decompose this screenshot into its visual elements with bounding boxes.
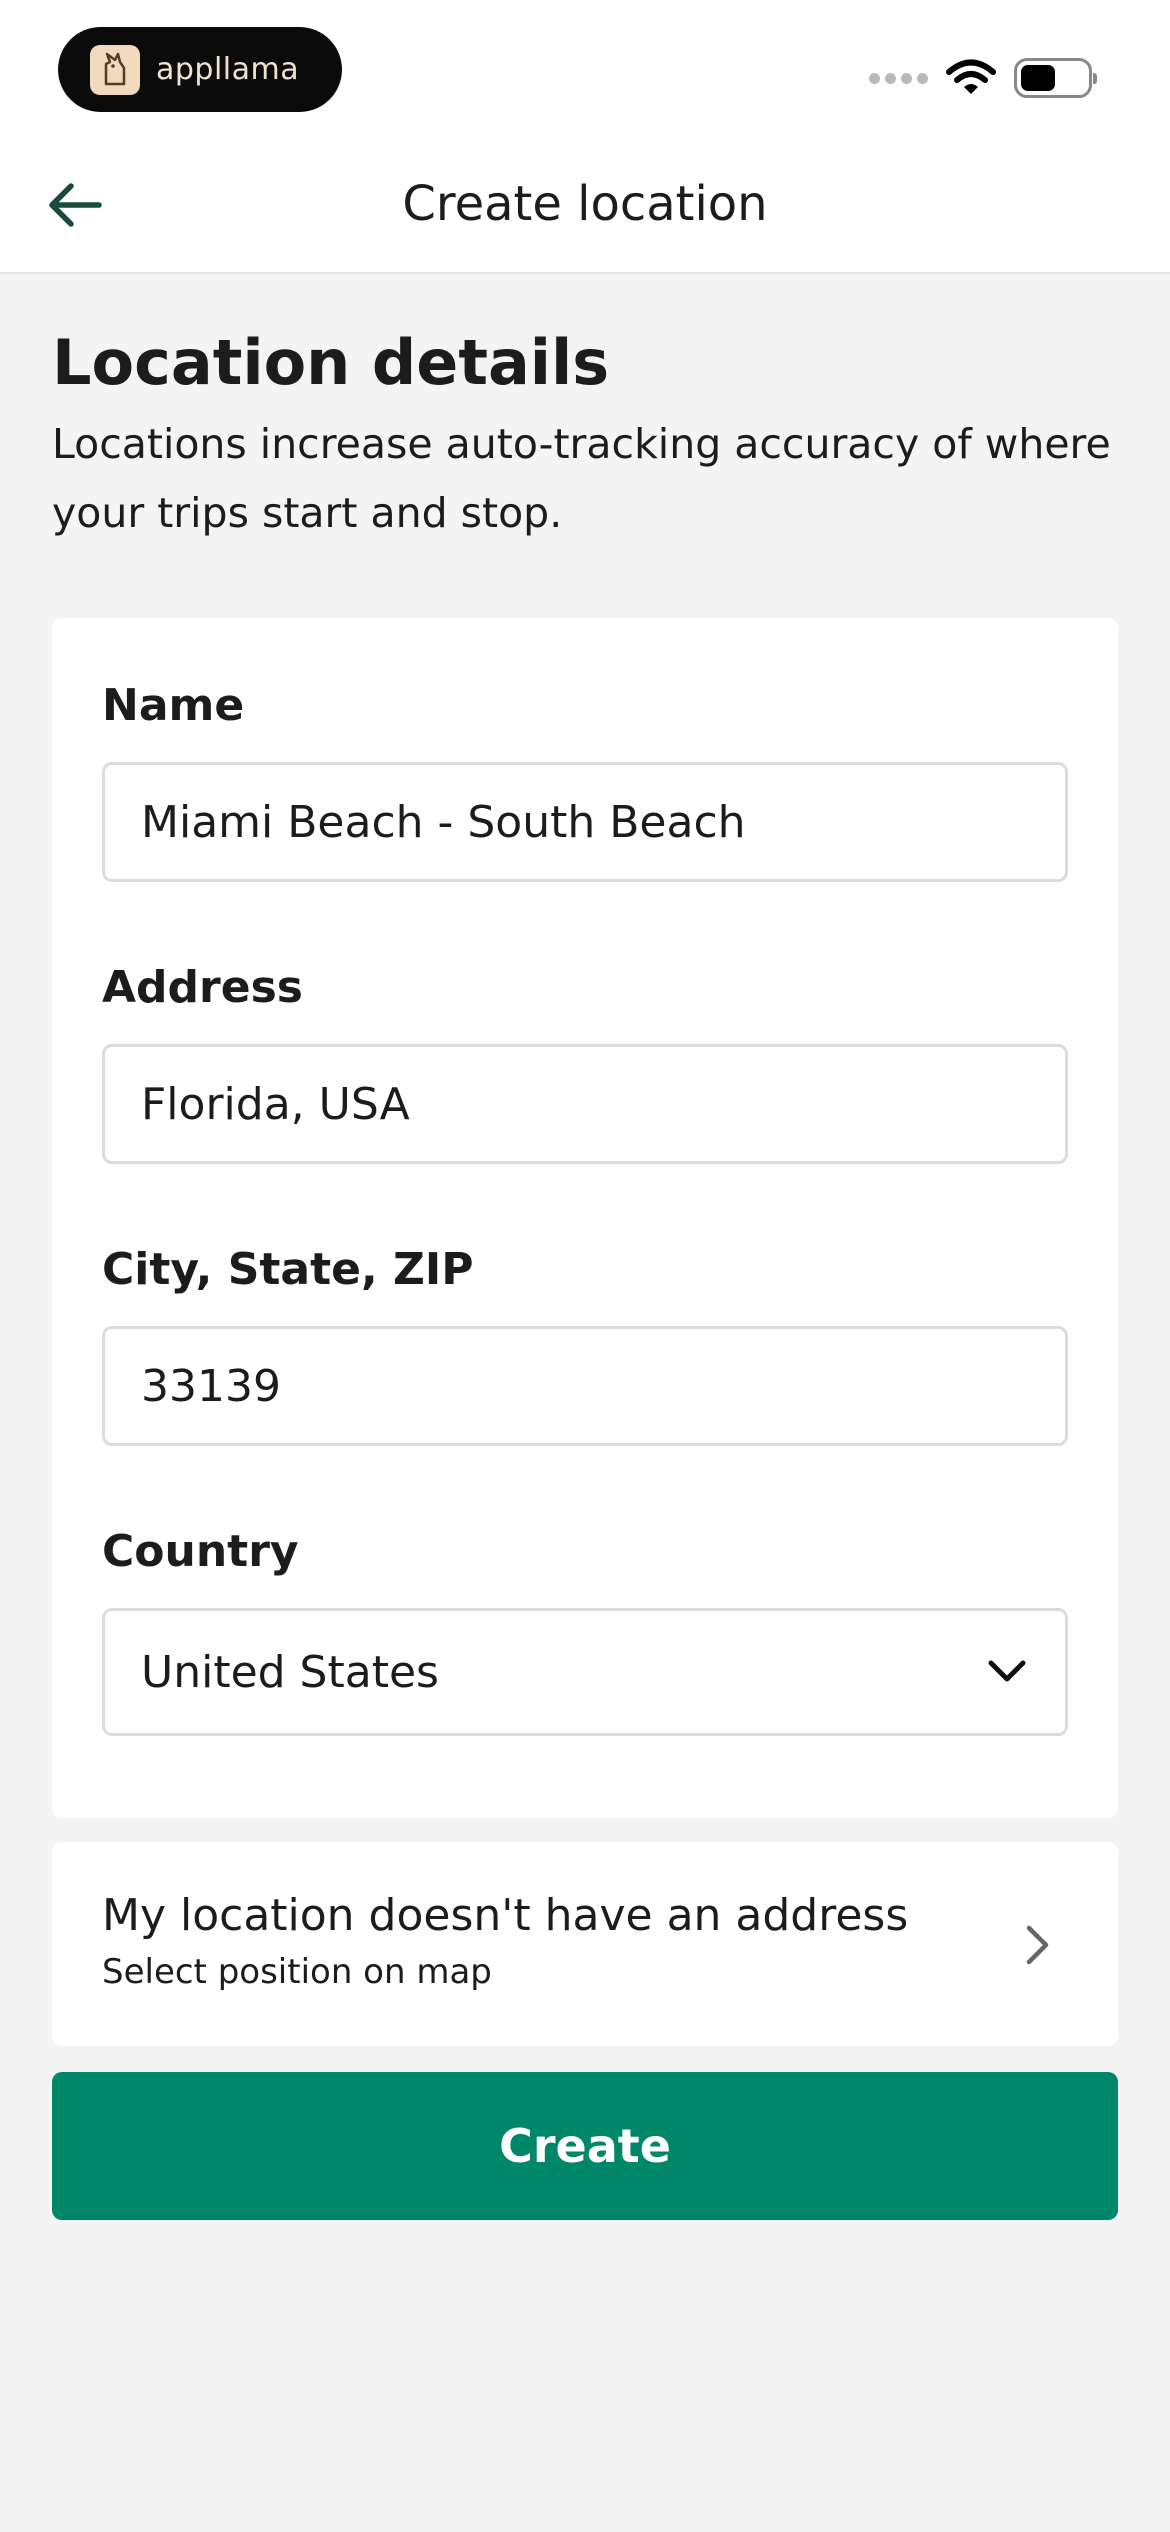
name-label: Name: [102, 680, 245, 731]
city-state-zip-input-value: 33139: [141, 1360, 281, 1412]
status-indicators: [869, 55, 1097, 101]
brand-name: appllama: [156, 52, 300, 87]
address-input-value: Florida, USA: [141, 1078, 410, 1130]
name-input[interactable]: Miami Beach - South Beach: [102, 762, 1068, 882]
country-select-value: United States: [141, 1646, 439, 1698]
address-input[interactable]: Florida, USA: [102, 1044, 1068, 1164]
country-label: Country: [102, 1526, 299, 1577]
chevron-right-icon: [1018, 1920, 1058, 1970]
battery-icon: [1014, 58, 1097, 98]
create-button[interactable]: Create: [52, 2072, 1118, 2220]
brand-pill: appllama: [58, 27, 342, 112]
llama-logo-icon: [90, 44, 140, 95]
section-description: Locations increase auto-tracking accurac…: [52, 420, 1111, 537]
top-bar: appllama Create location: [0, 0, 1170, 274]
chevron-down-icon: [985, 1650, 1029, 1694]
cellular-signal-icon: [869, 72, 928, 84]
wifi-icon: [946, 59, 996, 94]
section-title: Location details: [52, 326, 610, 399]
city-state-zip-label: City, State, ZIP: [102, 1244, 474, 1295]
address-label: Address: [102, 962, 303, 1013]
no-address-option[interactable]: My location doesn't have an address Sele…: [52, 1842, 1118, 2046]
country-select[interactable]: United States: [102, 1608, 1068, 1736]
page-title: Create location: [402, 176, 768, 232]
name-input-value: Miami Beach - South Beach: [141, 796, 746, 848]
no-address-title: My location doesn't have an address: [102, 1890, 909, 1941]
no-address-subtitle: Select position on map: [102, 1952, 492, 1992]
city-state-zip-input[interactable]: 33139: [102, 1326, 1068, 1446]
location-form-card: Name Miami Beach - South Beach Address F…: [52, 618, 1118, 1818]
